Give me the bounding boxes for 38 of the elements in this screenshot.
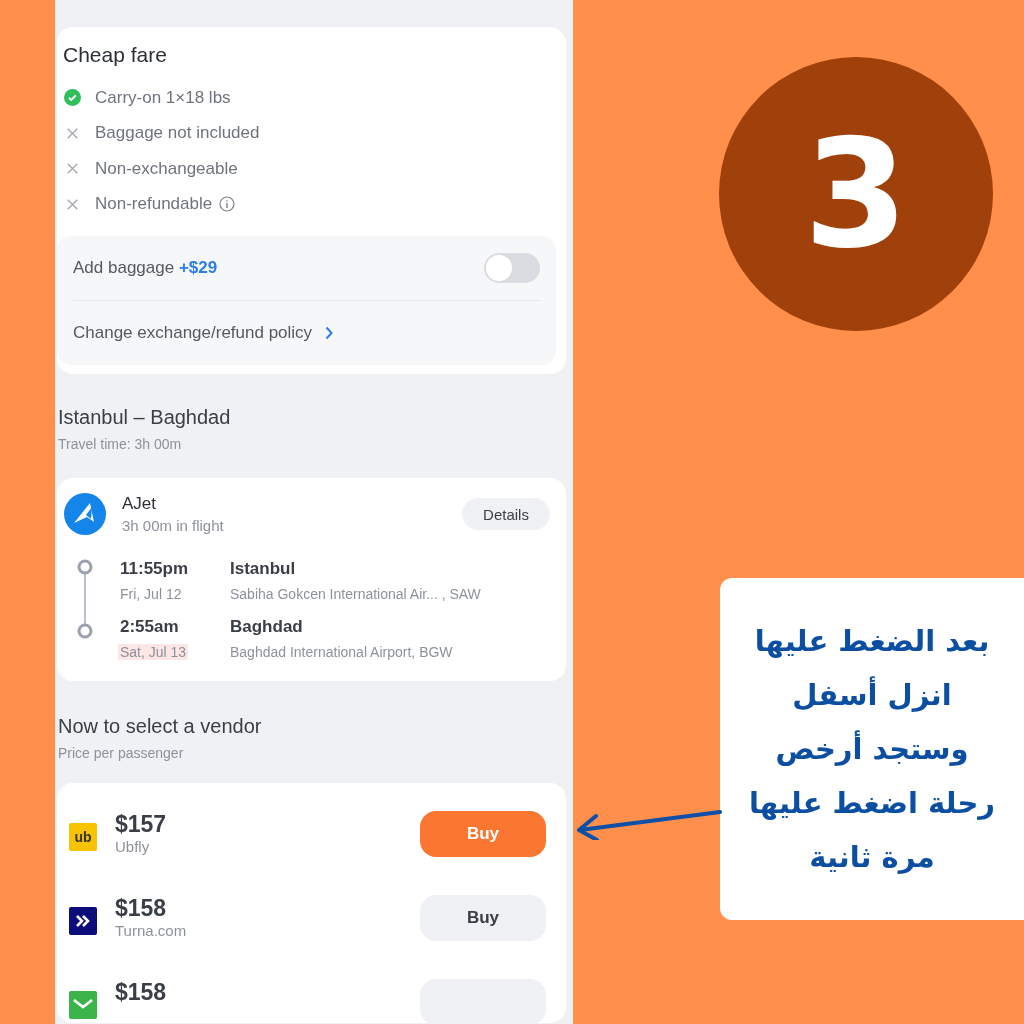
airline-name: AJet: [122, 494, 158, 514]
buy-button[interactable]: Buy: [420, 895, 546, 941]
details-button[interactable]: Details: [462, 498, 550, 530]
stop-date: Sat, Jul 13: [118, 644, 189, 660]
stop-time: 2:55am: [120, 617, 180, 637]
route-title: Istanbul – Baghdad: [58, 406, 232, 429]
stop-airport: Sabiha Gokcen International Air... , SAW: [230, 586, 481, 602]
stop-city: Baghdad: [230, 617, 304, 637]
vendor-title: Now to select a vendor: [58, 715, 263, 738]
vendor-logo: ub: [69, 823, 97, 851]
feature-text: Non-refundable: [95, 194, 213, 215]
feature-text: Non-exchangeable: [95, 158, 238, 179]
info-icon[interactable]: [219, 196, 236, 213]
envelope-logo-icon: [69, 991, 97, 1019]
vendor-name: Turna.com: [115, 922, 187, 939]
step-badge: 3: [719, 57, 993, 331]
baggage-toggle[interactable]: [484, 253, 540, 283]
vendor-price: $157: [115, 813, 167, 836]
vendor-price: $158: [115, 897, 168, 920]
chevrons-logo-icon: [69, 907, 97, 935]
timeline-icon: [75, 559, 95, 639]
policy-link[interactable]: Change exchange/refund policy: [73, 301, 540, 365]
stop-airport: Baghdad International Airport, BGW: [230, 644, 453, 660]
travel-time: Travel time: 3h 00m: [58, 436, 183, 452]
chevron-right-icon: [324, 325, 335, 341]
vendor-name: Ubfly: [115, 838, 151, 855]
add-baggage-label: Add baggage +$29: [73, 258, 218, 278]
instruction-text: بعد الضغط عليها انزل أسفل وستجد أرخص رحلة اضغط عليها مرة ثانية: [748, 623, 996, 876]
flight-duration: 3h 00m in flight: [122, 517, 224, 534]
fare-title: Cheap fare: [63, 43, 168, 67]
feature-text: Baggage not included: [95, 123, 260, 144]
stop-time: 11:55pm: [120, 559, 190, 579]
feature-text: Carry-on 1×18 lbs: [95, 87, 231, 108]
vendor-price: $158: [115, 981, 167, 1004]
stop-date: Fri, Jul 12: [120, 586, 182, 602]
stop-city: Istanbul: [230, 559, 297, 579]
price-note: Price per passenger: [58, 745, 185, 761]
airline-logo-icon: [64, 493, 106, 535]
